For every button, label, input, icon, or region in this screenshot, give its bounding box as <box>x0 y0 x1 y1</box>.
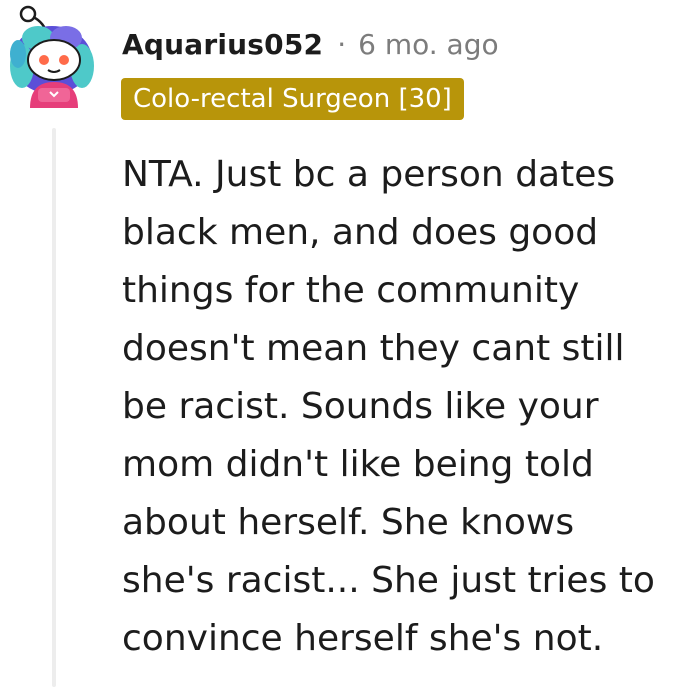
comment-body-line: convince herself she's not. <box>122 618 604 659</box>
meta-separator: · <box>337 27 347 61</box>
timestamp[interactable]: 6 mo. ago <box>358 28 499 61</box>
user-flair-badge: Colo-rectal Surgeon [30] <box>121 78 464 120</box>
comment-body-line: she's racist... She just tries to <box>122 560 655 601</box>
comment-body-line: doesn't mean they cant still <box>122 328 625 369</box>
comment-body-line: NTA. Just bc a person dates <box>122 154 616 195</box>
comment-body-line: black men, and does good <box>122 212 599 253</box>
snoo-avatar-icon <box>10 5 94 108</box>
thread-line[interactable] <box>52 128 56 687</box>
comment-body: NTA. Just bc a person dates black men, a… <box>122 146 682 668</box>
comment-body-line: things for the community <box>122 270 580 311</box>
avatar[interactable] <box>8 4 100 108</box>
comment: Aquarius052 · 6 mo. ago Colo-rectal Surg… <box>0 0 700 687</box>
comment-body-line: about herself. She knows <box>122 502 575 543</box>
username[interactable]: Aquarius052 <box>122 28 323 61</box>
comment-header: Aquarius052 · 6 mo. ago <box>122 22 499 66</box>
comment-body-line: mom didn't like being told <box>122 444 594 485</box>
comment-body-line: be racist. Sounds like your <box>122 386 599 427</box>
